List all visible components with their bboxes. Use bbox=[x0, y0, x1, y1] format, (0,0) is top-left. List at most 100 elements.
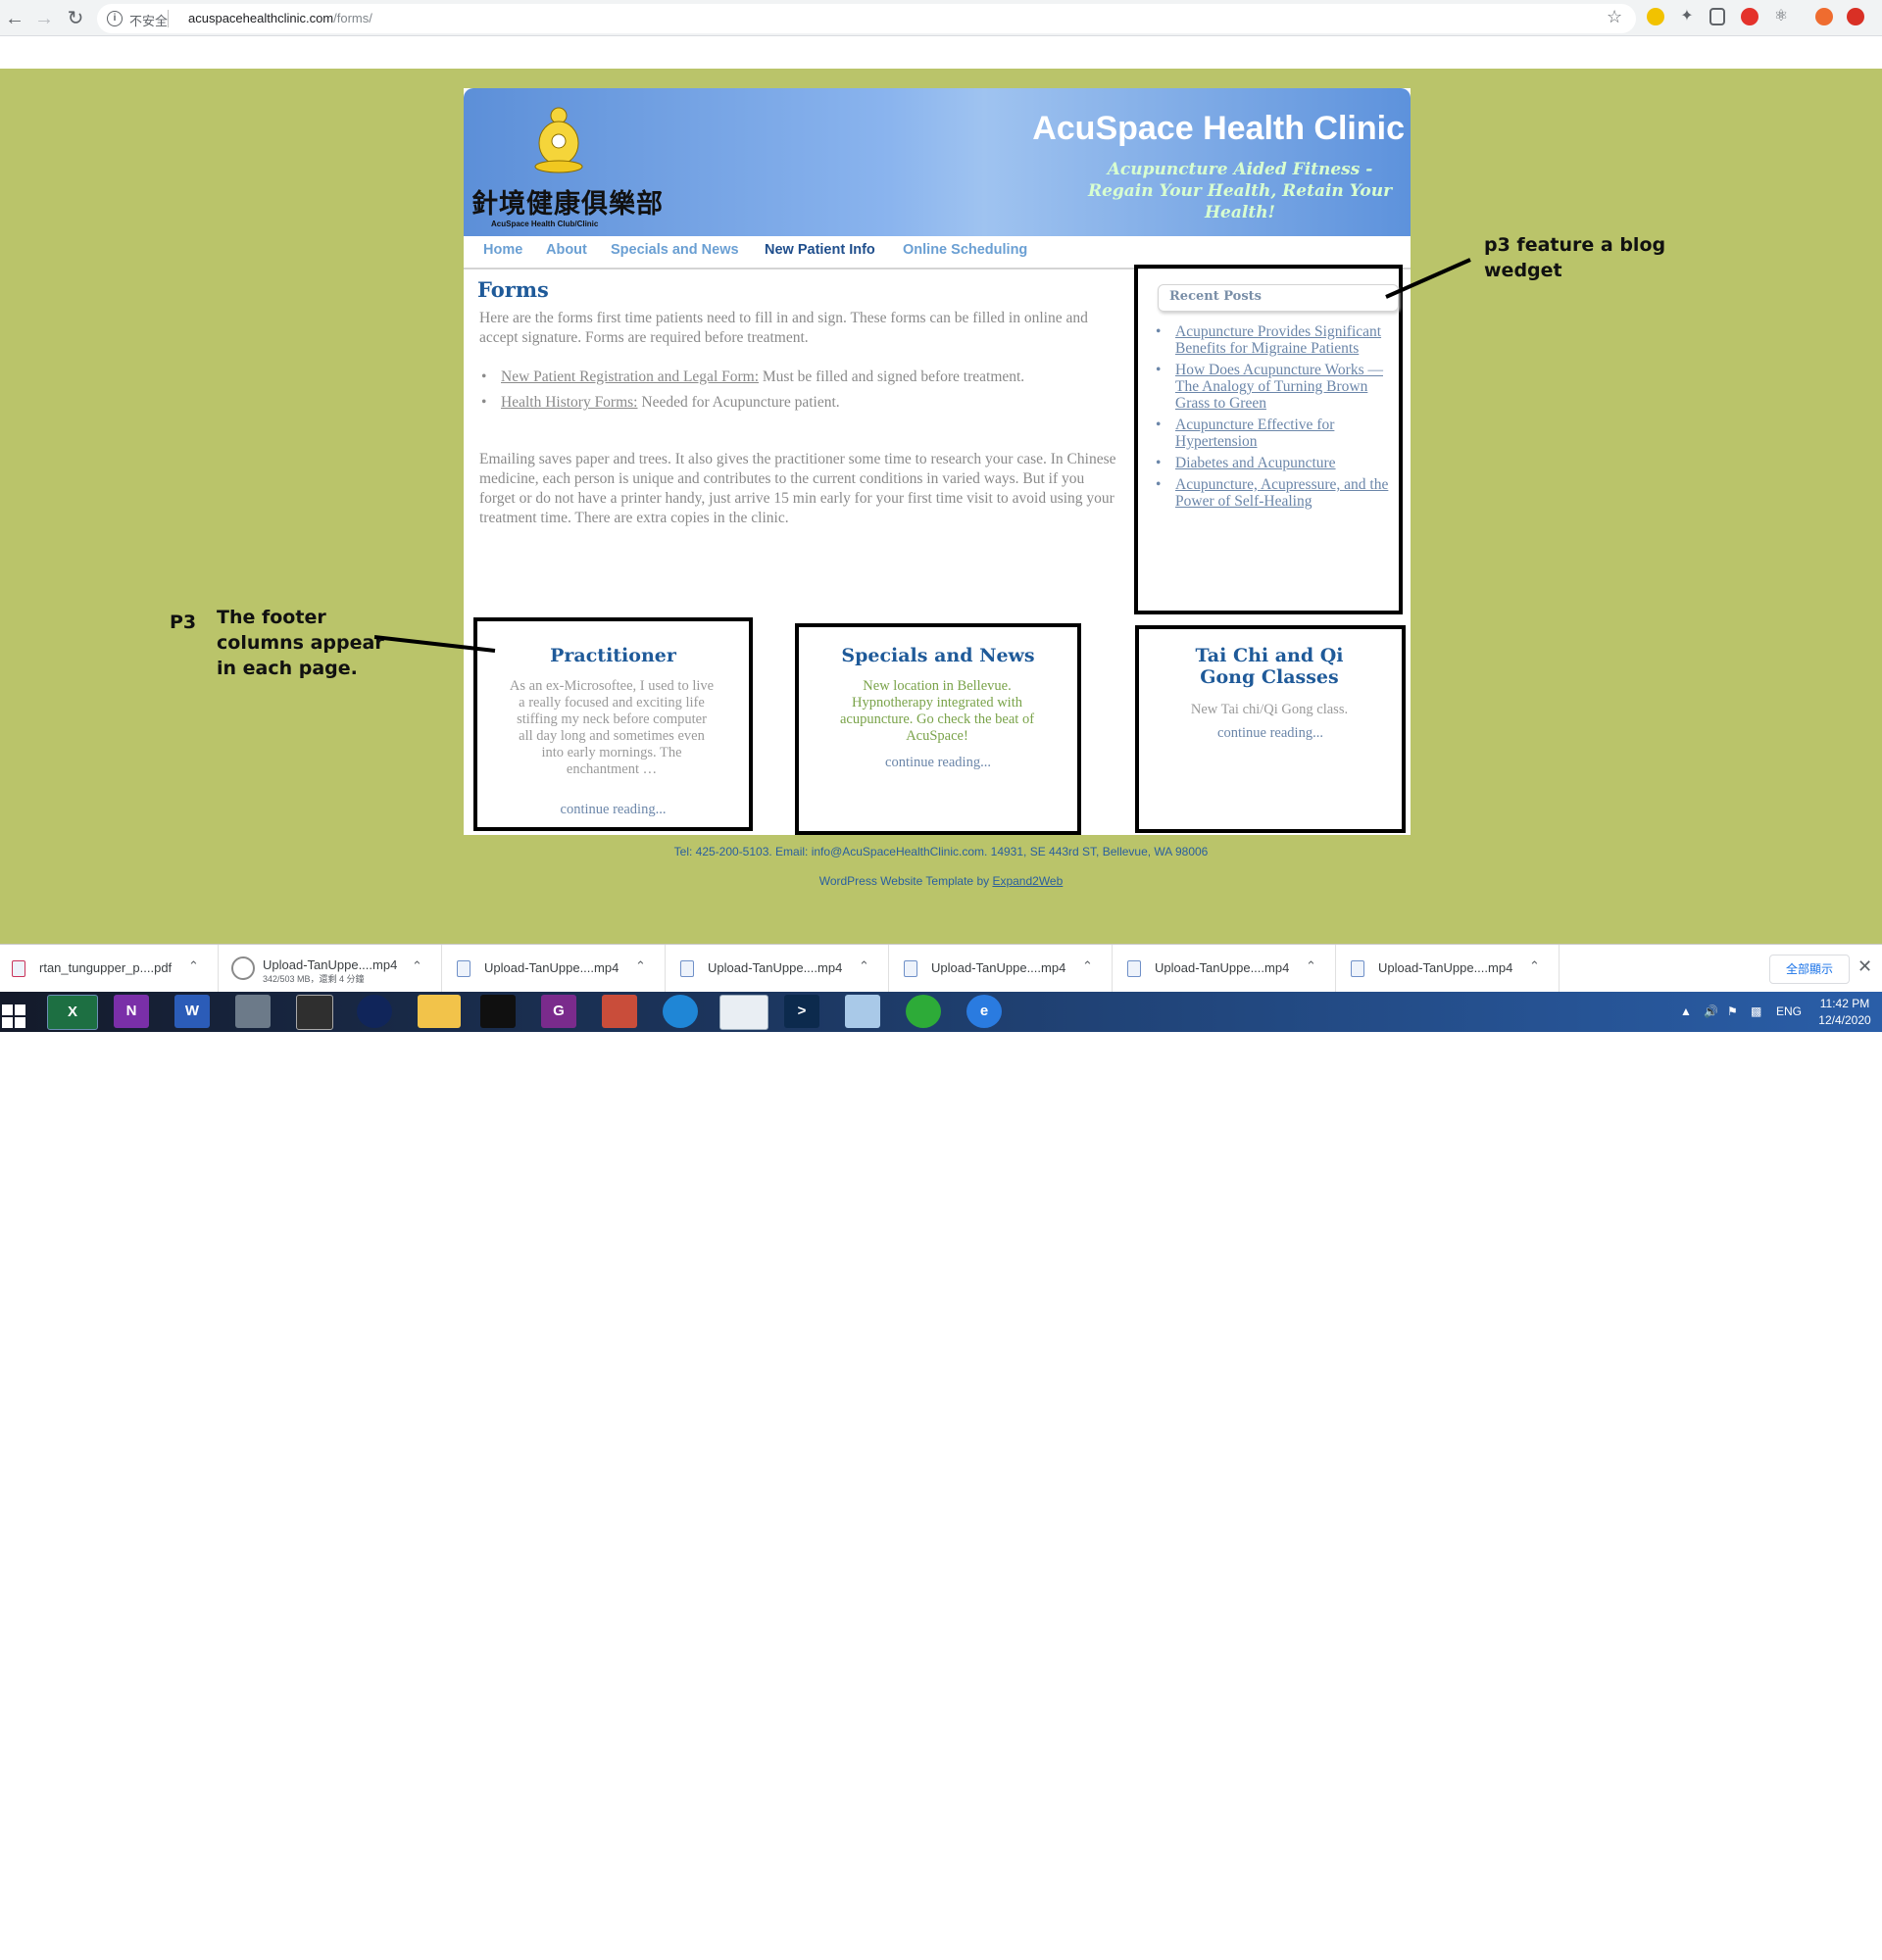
footer-column-title[interactable]: Practitioner bbox=[477, 645, 749, 666]
pin-extension-icon[interactable]: ✦ bbox=[1678, 8, 1696, 25]
flag-icon[interactable]: ⚑ bbox=[1727, 1004, 1738, 1018]
footer-column-specials: Specials and News New location in Bellev… bbox=[795, 623, 1081, 835]
download-item[interactable]: Upload-TanUppe....mp4 342/503 MB，還剩 4 分鐘… bbox=[218, 945, 442, 993]
download-item[interactable]: Upload-TanUppe....mp4 ⌃ bbox=[1335, 945, 1560, 993]
network-icon[interactable]: ▩ bbox=[1751, 1004, 1761, 1018]
address-bar[interactable]: i 不安全 acuspacehealthclinic.com/forms/ ☆ bbox=[97, 4, 1636, 33]
powershell-app-icon[interactable]: > bbox=[784, 995, 819, 1028]
video-file-icon bbox=[457, 960, 470, 977]
forward-arrow-icon[interactable]: → bbox=[29, 4, 59, 33]
react-extension-icon[interactable]: ⚛ bbox=[1772, 8, 1790, 25]
audio-editor-app-icon[interactable] bbox=[296, 995, 333, 1030]
intro-paragraph: Here are the forms first time patients n… bbox=[479, 310, 1088, 346]
chevron-up-icon[interactable]: ⌃ bbox=[859, 958, 869, 974]
extension-icon[interactable] bbox=[1709, 8, 1725, 25]
website-container: 針境健康俱樂部 AcuSpace Health Club/Clinic AcuS… bbox=[464, 88, 1411, 835]
chevron-up-icon[interactable]: ⌃ bbox=[1529, 958, 1540, 974]
health-history-form-link[interactable]: Health History Forms: bbox=[501, 394, 638, 411]
reload-icon[interactable]: ↻ bbox=[61, 4, 90, 33]
git-app-icon[interactable] bbox=[602, 995, 637, 1028]
footer-column-title[interactable]: Tai Chi and Qi Gong Classes bbox=[1168, 645, 1370, 688]
clock-time[interactable]: 11:42 PM bbox=[1815, 997, 1874, 1010]
chevron-up-icon[interactable]: ⌃ bbox=[1306, 958, 1316, 974]
download-name: Upload-TanUppe....mp4 bbox=[263, 957, 398, 972]
site-logo[interactable]: 針境健康俱樂部 AcuSpace Health Club/Clinic bbox=[471, 104, 663, 229]
clock-date[interactable]: 12/4/2020 bbox=[1815, 1013, 1874, 1027]
kindle-app-icon[interactable] bbox=[480, 995, 516, 1028]
extension-icon[interactable] bbox=[1647, 8, 1664, 25]
download-item[interactable]: Upload-TanUppe....mp4 ⌃ bbox=[1112, 945, 1336, 993]
excel-app-icon[interactable]: X bbox=[47, 995, 98, 1030]
volume-icon[interactable]: 🔊 bbox=[1704, 1004, 1718, 1018]
blank-area bbox=[0, 1032, 1882, 1960]
continue-reading-link[interactable]: continue reading... bbox=[477, 802, 749, 818]
chevron-up-icon[interactable]: ▲ bbox=[1680, 1004, 1692, 1018]
url-text[interactable]: acuspacehealthclinic.com/forms/ bbox=[188, 11, 372, 25]
word-app-icon[interactable]: W bbox=[174, 995, 210, 1028]
show-all-downloads-button[interactable]: 全部顯示 bbox=[1769, 955, 1850, 984]
wechat-app-icon[interactable] bbox=[906, 995, 941, 1028]
windows-taskbar: X N W G > e ▲ 🔊 ⚑ ▩ ENG 11:42 PM 12/4/20… bbox=[0, 992, 1882, 1032]
menu-item-new-patient-info[interactable]: New Patient Info bbox=[765, 242, 875, 258]
post-link[interactable]: Acupuncture Provides Significant Benefit… bbox=[1175, 323, 1381, 357]
bullet: • bbox=[1156, 416, 1162, 433]
file-explorer-app-icon[interactable] bbox=[418, 995, 461, 1028]
media-app-icon[interactable] bbox=[357, 995, 392, 1028]
info-icon[interactable]: i bbox=[107, 11, 123, 26]
profile-avatar[interactable] bbox=[1815, 8, 1833, 25]
blog-widget-sidebar: Recent Posts • Acupuncture Provides Signi… bbox=[1134, 265, 1403, 614]
chevron-up-icon[interactable]: ⌃ bbox=[188, 958, 199, 974]
registration-form-link[interactable]: New Patient Registration and Legal Form: bbox=[501, 368, 759, 385]
menu-item-online-scheduling[interactable]: Online Scheduling bbox=[903, 242, 1027, 258]
bullet: • bbox=[481, 394, 487, 411]
download-name: Upload-TanUppe....mp4 bbox=[708, 960, 843, 975]
menu-item-about[interactable]: About bbox=[546, 242, 587, 258]
internet-explorer-app-icon[interactable]: e bbox=[966, 995, 1002, 1028]
site-header: 針境健康俱樂部 AcuSpace Health Club/Clinic AcuS… bbox=[464, 88, 1411, 236]
security-label: 不安全 bbox=[129, 14, 169, 28]
post-link[interactable]: Acupuncture, Acupressure, and the Power … bbox=[1175, 476, 1388, 510]
chevron-up-icon[interactable]: ⌃ bbox=[635, 958, 646, 974]
onenote-app-icon[interactable]: N bbox=[114, 995, 149, 1028]
opera-extension-icon[interactable] bbox=[1741, 8, 1758, 25]
bullet: • bbox=[1156, 476, 1162, 493]
chrome-app-icon[interactable] bbox=[719, 995, 768, 1030]
language-indicator[interactable]: ENG bbox=[1776, 1004, 1802, 1018]
list-item: • Acupuncture Provides Significant Benefi… bbox=[1156, 323, 1403, 357]
site-title[interactable]: AcuSpace Health Clinic bbox=[1032, 110, 1405, 148]
scanner-app-icon[interactable] bbox=[235, 995, 271, 1028]
footer-credit: WordPress Website Template by Expand2Web bbox=[0, 874, 1882, 888]
post-link[interactable]: How Does Acupuncture Works — The Analogy… bbox=[1175, 362, 1383, 412]
download-item[interactable]: rtan_tungupper_p....pdf ⌃ bbox=[0, 945, 219, 993]
annotation-footer-note: The footer columns appear in each page. bbox=[217, 607, 384, 679]
widget-title: Recent Posts bbox=[1169, 289, 1262, 304]
back-arrow-icon[interactable]: ← bbox=[0, 4, 29, 33]
edge-app-icon[interactable] bbox=[663, 995, 698, 1028]
chevron-up-icon[interactable]: ⌃ bbox=[1082, 958, 1093, 974]
windows-start-icon[interactable] bbox=[0, 992, 39, 1032]
post-link[interactable]: Diabetes and Acupuncture bbox=[1175, 455, 1336, 471]
bookmark-star-icon[interactable]: ☆ bbox=[1607, 7, 1622, 27]
chevron-up-icon[interactable]: ⌃ bbox=[412, 958, 422, 974]
download-name: Upload-TanUppe....mp4 bbox=[484, 960, 619, 975]
close-icon[interactable]: ✕ bbox=[1857, 956, 1872, 977]
update-icon[interactable] bbox=[1847, 8, 1864, 25]
footer-column-text: As an ex-Microsoftee, I used to live a r… bbox=[509, 678, 715, 777]
download-item[interactable]: Upload-TanUppe....mp4 ⌃ bbox=[888, 945, 1113, 993]
download-item[interactable]: Upload-TanUppe....mp4 ⌃ bbox=[665, 945, 889, 993]
continue-reading-link[interactable]: continue reading... bbox=[1139, 725, 1402, 742]
menu-item-home[interactable]: Home bbox=[483, 242, 522, 258]
pdf-app-icon[interactable]: G bbox=[541, 995, 576, 1028]
footer-contact: Tel: 425-200-5103. Email: info@AcuSpaceH… bbox=[673, 845, 1209, 858]
glass-app-icon[interactable] bbox=[845, 995, 880, 1028]
list-item: • Diabetes and Acupuncture bbox=[1156, 455, 1403, 471]
post-link[interactable]: Acupuncture Effective for Hypertension bbox=[1175, 416, 1334, 450]
video-file-icon bbox=[1127, 960, 1141, 977]
expand2web-link[interactable]: Expand2Web bbox=[992, 874, 1063, 888]
download-item[interactable]: Upload-TanUppe....mp4 ⌃ bbox=[441, 945, 666, 993]
download-name: Upload-TanUppe....mp4 bbox=[1378, 960, 1513, 975]
url-host: acuspacehealthclinic.com bbox=[188, 11, 334, 25]
menu-item-specials[interactable]: Specials and News bbox=[611, 242, 739, 258]
footer-column-title[interactable]: Specials and News bbox=[799, 645, 1077, 666]
continue-reading-link[interactable]: continue reading... bbox=[799, 755, 1077, 771]
